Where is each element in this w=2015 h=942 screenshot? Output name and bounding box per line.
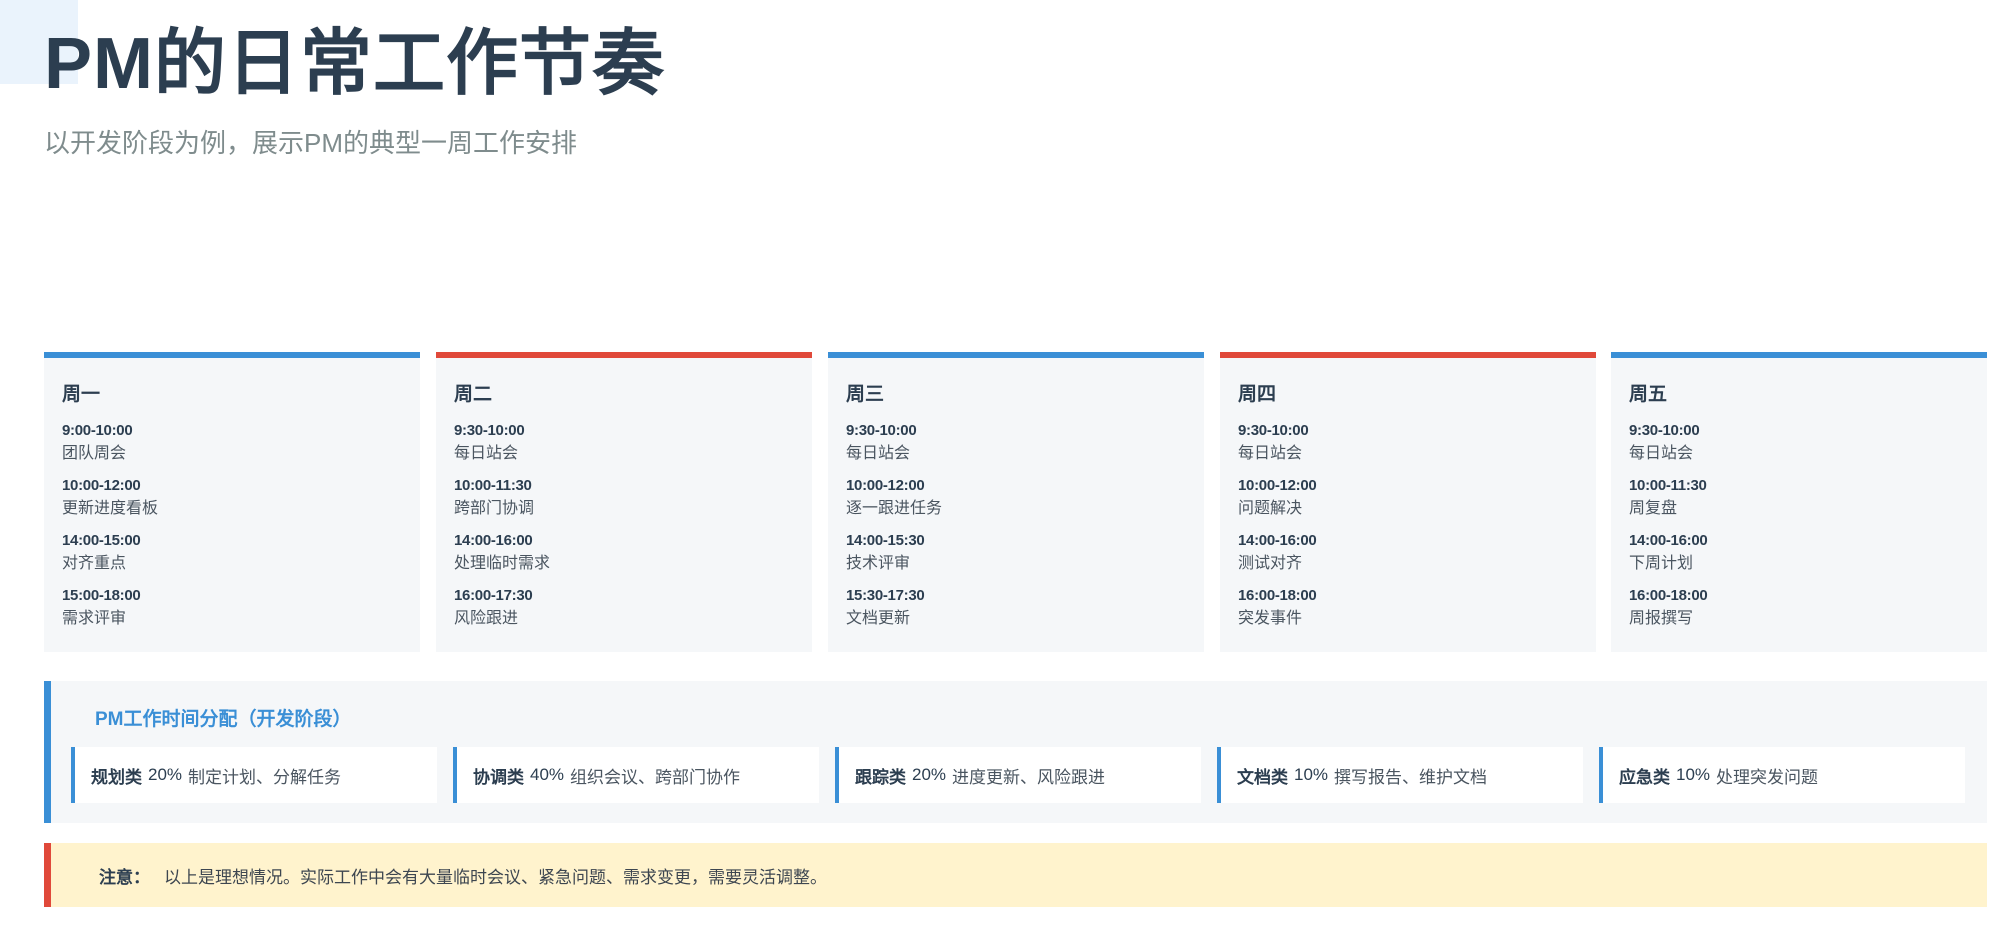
slot-task: 风险跟进 bbox=[454, 608, 519, 627]
slot-task: 更新进度看板 bbox=[62, 498, 159, 517]
allocation-percent: 20% bbox=[912, 765, 947, 784]
slot-task: 每日站会 bbox=[1238, 443, 1303, 462]
slot-task: 下周计划 bbox=[1629, 553, 1694, 572]
slot-time: 14:00-15:30 bbox=[846, 532, 925, 549]
allocation-percent: 10% bbox=[1294, 765, 1329, 784]
slot-time: 16:00-18:00 bbox=[1629, 587, 1708, 604]
allocation-desc: 处理突发问题 bbox=[1716, 767, 1819, 788]
slot-task: 周报撰写 bbox=[1629, 608, 1694, 627]
schedule-slot: 10:00-12:00 问题解决 bbox=[1238, 475, 1578, 519]
day-name: 周四 bbox=[1238, 384, 1277, 405]
schedule-slot: 10:00-11:30 跨部门协调 bbox=[454, 475, 794, 519]
schedule-slot: 14:00-16:00 下周计划 bbox=[1629, 530, 1969, 574]
slot-task: 突发事件 bbox=[1238, 608, 1303, 627]
schedule-slot: 10:00-12:00 逐一跟进任务 bbox=[846, 475, 1186, 519]
schedule-slot: 9:00-10:00 团队周会 bbox=[62, 420, 402, 464]
schedule-slot: 10:00-11:30 周复盘 bbox=[1629, 475, 1969, 519]
allocation-category: 文档类 bbox=[1237, 767, 1288, 787]
day-card-wednesday: 周三 9:30-10:00 每日站会 10:00-12:00 逐一跟进任务 14… bbox=[828, 352, 1204, 652]
allocation-desc: 制定计划、分解任务 bbox=[188, 767, 342, 788]
allocation-list: 规划类 20% 制定计划、分解任务 协调类 40% 组织会议、跨部门协作 跟踪类… bbox=[71, 747, 1971, 803]
allocation-item-documentation: 文档类 10% 撰写报告、维护文档 bbox=[1217, 747, 1583, 803]
allocation-percent: 10% bbox=[1676, 765, 1711, 784]
slot-time: 9:30-10:00 bbox=[454, 422, 525, 439]
day-card-tuesday: 周二 9:30-10:00 每日站会 10:00-11:30 跨部门协调 14:… bbox=[436, 352, 812, 652]
slot-time: 9:30-10:00 bbox=[846, 422, 917, 439]
allocation-item-emergency: 应急类 10% 处理突发问题 bbox=[1599, 747, 1965, 803]
slot-time: 16:00-18:00 bbox=[1238, 587, 1317, 604]
allocation-category: 跟踪类 bbox=[855, 767, 906, 787]
slot-task: 文档更新 bbox=[846, 608, 911, 627]
allocation-desc: 撰写报告、维护文档 bbox=[1334, 767, 1488, 788]
notice-text: 以上是理想情况。实际工作中会有大量临时会议、紧急问题、需求变更，需要灵活调整。 bbox=[164, 867, 827, 888]
slot-task: 每日站会 bbox=[1629, 443, 1694, 462]
slot-task: 每日站会 bbox=[846, 443, 911, 462]
day-card-monday: 周一 9:00-10:00 团队周会 10:00-12:00 更新进度看板 14… bbox=[44, 352, 420, 652]
allocation-category: 规划类 bbox=[91, 767, 142, 787]
day-name: 周五 bbox=[1629, 384, 1668, 405]
allocation-desc: 进度更新、风险跟进 bbox=[952, 767, 1106, 788]
allocation-desc: 组织会议、跨部门协作 bbox=[570, 767, 741, 788]
slot-time: 16:00-17:30 bbox=[454, 587, 533, 604]
slot-time: 14:00-16:00 bbox=[1238, 532, 1317, 549]
day-name: 周一 bbox=[62, 384, 101, 405]
slot-task: 每日站会 bbox=[454, 443, 519, 462]
time-allocation-panel: PM工作时间分配（开发阶段） 规划类 20% 制定计划、分解任务 协调类 40%… bbox=[44, 681, 1987, 823]
allocation-title: PM工作时间分配（开发阶段） bbox=[95, 709, 352, 730]
slot-time: 14:00-16:00 bbox=[454, 532, 533, 549]
slot-time: 14:00-15:00 bbox=[62, 532, 141, 549]
page-title: PM的日常工作节奏 bbox=[44, 24, 666, 104]
schedule-slot: 14:00-16:00 测试对齐 bbox=[1238, 530, 1578, 574]
page-subtitle: 以开发阶段为例，展示PM的典型一周工作安排 bbox=[44, 128, 578, 158]
allocation-category: 协调类 bbox=[473, 767, 524, 787]
day-card-friday: 周五 9:30-10:00 每日站会 10:00-11:30 周复盘 14:00… bbox=[1611, 352, 1987, 652]
allocation-percent: 40% bbox=[530, 765, 565, 784]
allocation-item-tracking: 跟踪类 20% 进度更新、风险跟进 bbox=[835, 747, 1201, 803]
slot-task: 需求评审 bbox=[62, 608, 127, 627]
slot-time: 9:30-10:00 bbox=[1629, 422, 1700, 439]
slot-task: 团队周会 bbox=[62, 443, 127, 462]
slot-time: 14:00-16:00 bbox=[1629, 532, 1708, 549]
allocation-category: 应急类 bbox=[1619, 767, 1670, 787]
allocation-percent: 20% bbox=[148, 765, 183, 784]
slot-task: 对齐重点 bbox=[62, 553, 127, 572]
schedule-slot: 15:00-18:00 需求评审 bbox=[62, 585, 402, 629]
day-card-thursday: 周四 9:30-10:00 每日站会 10:00-12:00 问题解决 14:0… bbox=[1220, 352, 1596, 652]
allocation-item-coordination: 协调类 40% 组织会议、跨部门协作 bbox=[453, 747, 819, 803]
schedule-slot: 16:00-18:00 周报撰写 bbox=[1629, 585, 1969, 629]
schedule-slot: 14:00-16:00 处理临时需求 bbox=[454, 530, 794, 574]
schedule-slot: 15:30-17:30 文档更新 bbox=[846, 585, 1186, 629]
slot-task: 跨部门协调 bbox=[454, 498, 535, 517]
slot-time: 15:30-17:30 bbox=[846, 587, 925, 604]
schedule-slot: 16:00-18:00 突发事件 bbox=[1238, 585, 1578, 629]
slot-task: 逐一跟进任务 bbox=[846, 498, 943, 517]
schedule-slot: 9:30-10:00 每日站会 bbox=[454, 420, 794, 464]
schedule-slot: 9:30-10:00 每日站会 bbox=[1238, 420, 1578, 464]
allocation-item-planning: 规划类 20% 制定计划、分解任务 bbox=[71, 747, 437, 803]
weekly-schedule: 周一 9:00-10:00 团队周会 10:00-12:00 更新进度看板 14… bbox=[44, 352, 1987, 652]
schedule-slot: 14:00-15:30 技术评审 bbox=[846, 530, 1186, 574]
slot-task: 问题解决 bbox=[1238, 498, 1303, 517]
slot-time: 10:00-12:00 bbox=[1238, 477, 1317, 494]
slot-time: 10:00-12:00 bbox=[62, 477, 141, 494]
slot-task: 技术评审 bbox=[846, 553, 911, 572]
slot-time: 15:00-18:00 bbox=[62, 587, 141, 604]
slot-time: 9:30-10:00 bbox=[1238, 422, 1309, 439]
schedule-slot: 16:00-17:30 风险跟进 bbox=[454, 585, 794, 629]
slot-task: 处理临时需求 bbox=[454, 553, 551, 572]
slot-time: 10:00-12:00 bbox=[846, 477, 925, 494]
day-name: 周二 bbox=[454, 384, 493, 405]
slot-task: 周复盘 bbox=[1629, 498, 1678, 517]
notice-label: 注意： bbox=[99, 867, 150, 887]
schedule-slot: 14:00-15:00 对齐重点 bbox=[62, 530, 402, 574]
slot-task: 测试对齐 bbox=[1238, 553, 1303, 572]
slot-time: 9:00-10:00 bbox=[62, 422, 133, 439]
schedule-slot: 10:00-12:00 更新进度看板 bbox=[62, 475, 402, 519]
slot-time: 10:00-11:30 bbox=[1629, 477, 1707, 494]
slot-time: 10:00-11:30 bbox=[454, 477, 532, 494]
day-name: 周三 bbox=[846, 384, 885, 405]
notice-banner: 注意： 以上是理想情况。实际工作中会有大量临时会议、紧急问题、需求变更，需要灵活… bbox=[44, 843, 1987, 907]
schedule-slot: 9:30-10:00 每日站会 bbox=[846, 420, 1186, 464]
schedule-slot: 9:30-10:00 每日站会 bbox=[1629, 420, 1969, 464]
